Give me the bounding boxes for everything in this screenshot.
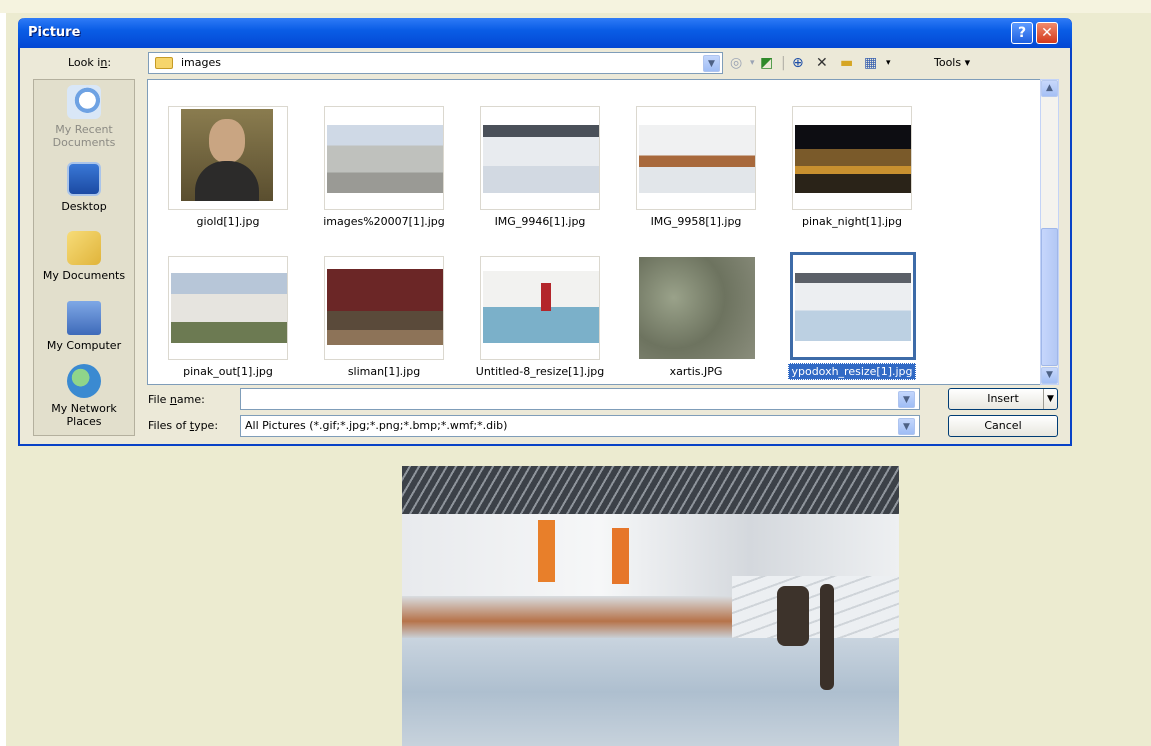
folder-icon [155, 57, 173, 69]
file-thumbnail-selected[interactable] [790, 252, 916, 360]
place-my-documents[interactable]: My Documents [34, 231, 134, 282]
views-dropdown-icon[interactable]: ▾ [886, 55, 891, 71]
my-documents-icon [67, 231, 101, 265]
atrium-interior-image [483, 125, 599, 193]
file-name[interactable]: images%20007[1].jpg [309, 215, 459, 228]
views-icon[interactable]: ▦ [864, 55, 877, 71]
places-bar: My Recent Documents Desktop My Documents… [33, 79, 135, 436]
gallery-hall-image [483, 271, 599, 343]
file-name[interactable]: pinak_night[1].jpg [777, 215, 927, 228]
page-top-band [0, 0, 1151, 13]
building-exterior-image [327, 125, 443, 193]
place-my-computer[interactable]: My Computer [34, 301, 134, 352]
red-room-image [327, 269, 443, 345]
file-thumbnail[interactable] [168, 256, 288, 360]
file-name-selected[interactable]: ypodoxh_resize[1].jpg [777, 363, 927, 380]
file-thumbnail[interactable] [636, 106, 756, 210]
look-in-value: images [181, 56, 221, 69]
outdoor-view-image [171, 273, 287, 343]
picture-dialog: Picture ? ✕ Look in: images ▼ ◎ ▾ ◩ | ⊕ … [18, 18, 1072, 446]
file-name[interactable]: IMG_9958[1].jpg [621, 215, 771, 228]
file-thumbnail[interactable] [636, 256, 756, 360]
page-left-band [0, 13, 6, 746]
delete-icon[interactable]: ✕ [816, 55, 828, 71]
insert-button[interactable]: Insert ▼ [948, 388, 1058, 410]
place-desktop[interactable]: Desktop [34, 162, 134, 213]
place-my-network-places[interactable]: My Network Places [34, 364, 134, 428]
place-label: My Recent Documents [52, 123, 116, 149]
tools-menu[interactable]: Tools ▾ [934, 56, 970, 69]
close-button[interactable]: ✕ [1036, 22, 1058, 44]
scroll-up-icon[interactable]: ▲ [1041, 80, 1058, 97]
look-in-label: Look in: [68, 56, 112, 69]
cancel-label: Cancel [984, 419, 1022, 432]
place-my-recent-documents[interactable]: My Recent Documents [34, 85, 134, 149]
lobby-interior-image [639, 125, 755, 193]
file-thumbnail[interactable] [480, 106, 600, 210]
file-name[interactable]: giold[1].jpg [153, 215, 303, 228]
aerial-map-image [639, 257, 755, 359]
file-thumbnail[interactable] [324, 256, 444, 360]
file-name[interactable]: xartis.JPG [621, 365, 771, 378]
look-in-dropdown[interactable]: images ▼ [148, 52, 723, 74]
search-web-icon[interactable]: ⊕ [792, 55, 804, 71]
file-name-label: File name: [148, 393, 205, 406]
file-thumbnail[interactable] [324, 106, 444, 210]
insert-label: Insert [987, 392, 1019, 405]
file-thumbnail[interactable] [480, 256, 600, 360]
portrait-image [181, 109, 273, 201]
my-network-places-icon [67, 364, 101, 398]
file-name[interactable]: Untitled-8_resize[1].jpg [465, 365, 615, 378]
cancel-button[interactable]: Cancel [948, 415, 1058, 437]
back-icon[interactable]: ◎ [730, 55, 742, 71]
file-name[interactable]: sliman[1].jpg [309, 365, 459, 378]
my-computer-icon [67, 301, 101, 335]
vertical-scrollbar[interactable]: ▲ ▼ [1040, 79, 1059, 385]
toolbar-separator: | [781, 55, 786, 71]
night-exterior-image [795, 125, 911, 193]
files-of-type-value: All Pictures (*.gif;*.jpg;*.png;*.bmp;*.… [245, 419, 508, 432]
recent-documents-icon [67, 85, 101, 119]
chevron-down-icon[interactable]: ▼ [703, 55, 720, 72]
file-thumbnail[interactable] [168, 106, 288, 210]
files-of-type-label: Files of type: [148, 419, 219, 432]
file-name[interactable]: pinak_out[1].jpg [153, 365, 303, 378]
scroll-down-icon[interactable]: ▼ [1041, 367, 1058, 384]
help-button[interactable]: ? [1011, 22, 1033, 44]
file-thumbnail[interactable] [792, 106, 912, 210]
place-label: Desktop [61, 200, 107, 213]
file-name[interactable]: IMG_9946[1].jpg [465, 215, 615, 228]
dialog-title: Picture [28, 25, 81, 40]
chevron-down-icon[interactable]: ▼ [898, 418, 915, 435]
file-name-input[interactable]: ▼ [240, 388, 920, 410]
place-label: My Documents [42, 269, 126, 282]
scroll-thumb[interactable] [1041, 228, 1058, 366]
place-label: My Computer [46, 339, 122, 352]
files-of-type-dropdown[interactable]: All Pictures (*.gif;*.jpg;*.png;*.bmp;*.… [240, 415, 920, 437]
up-one-level-icon[interactable]: ◩ [760, 55, 773, 71]
title-bar[interactable]: Picture ? ✕ [18, 18, 1072, 48]
tools-label: Tools [934, 56, 962, 69]
place-label: My Network Places [51, 402, 117, 428]
reception-hall-image [795, 273, 911, 341]
inserted-picture [402, 466, 899, 746]
back-dropdown-icon[interactable]: ▾ [750, 55, 755, 71]
chevron-down-icon[interactable]: ▼ [898, 391, 915, 408]
file-list-view[interactable]: giold[1].jpg images%20007[1].jpg IMG_994… [147, 79, 1059, 385]
desktop-icon [67, 162, 101, 196]
toolbar: ◎ ▾ ◩ | ⊕ ✕ ▬ ▦ ▾ Tools ▾ [726, 52, 1026, 74]
new-folder-icon[interactable]: ▬ [840, 55, 853, 71]
insert-dropdown-icon[interactable]: ▼ [1043, 389, 1057, 409]
